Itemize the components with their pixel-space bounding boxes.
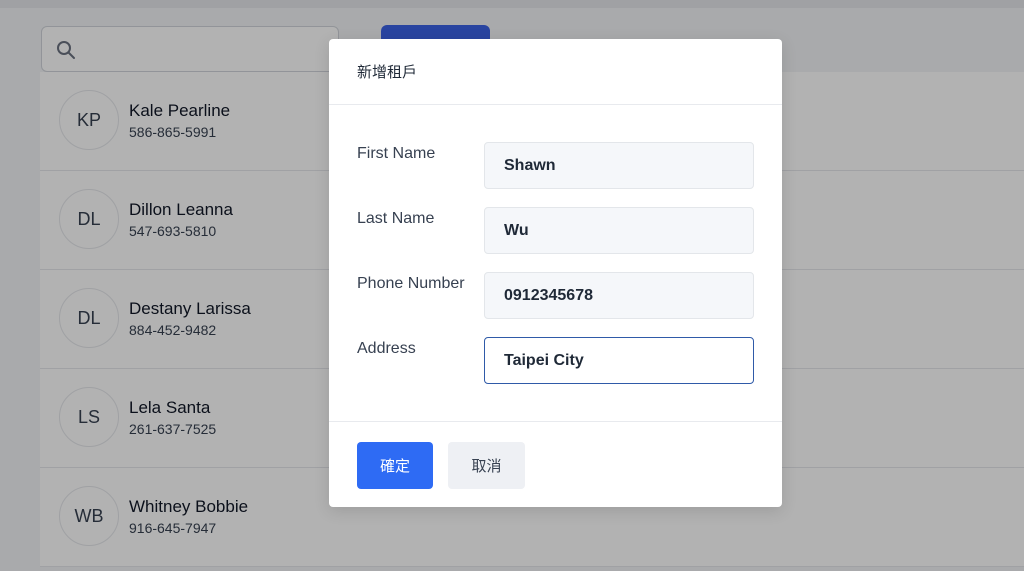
add-tenant-modal: 新增租戶 First Name Last Name Phone Number A… bbox=[329, 39, 782, 507]
phone-number-label: Phone Number bbox=[357, 275, 465, 292]
first-name-label: First Name bbox=[357, 145, 436, 162]
first-name-field[interactable] bbox=[484, 142, 754, 189]
last-name-field[interactable] bbox=[484, 207, 754, 254]
cancel-button[interactable]: 取消 bbox=[448, 442, 525, 489]
phone-number-row: Phone Number bbox=[329, 272, 782, 320]
last-name-row: Last Name bbox=[329, 207, 782, 255]
modal-title: 新增租戶 bbox=[357, 64, 418, 81]
first-name-row: First Name bbox=[329, 142, 782, 190]
modal-header: 新增租戶 bbox=[329, 39, 782, 105]
address-field[interactable] bbox=[484, 337, 754, 384]
address-label: Address bbox=[357, 340, 416, 357]
last-name-label: Last Name bbox=[357, 210, 435, 227]
phone-number-field[interactable] bbox=[484, 272, 754, 319]
modal-footer: 確定 取消 bbox=[329, 421, 782, 507]
address-row: Address bbox=[329, 337, 782, 385]
confirm-button[interactable]: 確定 bbox=[357, 442, 433, 489]
